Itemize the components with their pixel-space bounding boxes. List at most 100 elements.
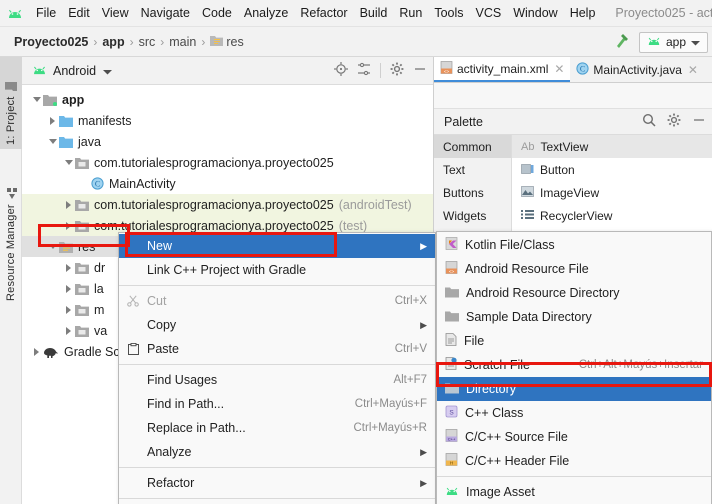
submenu-item-c-cpp-header-file[interactable]: H C/C++ Header File <box>437 449 711 473</box>
context-menu-item-paste[interactable]: Paste Ctrl+V <box>119 337 435 361</box>
chevron-right-icon[interactable] <box>62 284 75 293</box>
settings-gear-icon[interactable] <box>390 62 404 79</box>
collapse-all-icon[interactable] <box>357 62 371 79</box>
breadcrumb-item-project[interactable]: Proyecto025 <box>14 35 88 49</box>
submenu-item-cpp-class[interactable]: S C++ Class <box>437 401 711 425</box>
menu-item-window[interactable]: Window <box>507 4 563 22</box>
build-hammer-icon[interactable] <box>614 32 631 52</box>
menu-item-navigate[interactable]: Navigate <box>135 4 196 22</box>
kotlin-file-icon <box>445 237 458 253</box>
context-menu-item-find-in-path[interactable]: Find in Path... Ctrl+Mayús+F <box>119 392 435 416</box>
minimize-icon[interactable] <box>692 113 706 130</box>
submenu-item-directory[interactable]: Directory <box>437 377 711 401</box>
chevron-down-icon[interactable] <box>103 64 113 78</box>
menu-item-edit[interactable]: Edit <box>62 4 96 22</box>
run-configuration-label: app <box>665 35 686 49</box>
palette-category-widgets[interactable]: Widgets <box>434 204 511 227</box>
chevron-down-icon[interactable] <box>46 244 59 249</box>
tree-row-package-main[interactable]: com.tutorialesprogramacionya.proyecto025 <box>22 152 433 173</box>
tree-row-package-androidtest[interactable]: com.tutorialesprogramacionya.proyecto025… <box>22 194 433 215</box>
tree-row-java[interactable]: java <box>22 131 433 152</box>
submenu-item-c-cpp-source-file[interactable]: C++ C/C++ Source File <box>437 425 711 449</box>
palette-category-buttons[interactable]: Buttons <box>434 181 511 204</box>
chevron-right-icon[interactable] <box>30 347 43 356</box>
menu-item-tools[interactable]: Tools <box>428 4 469 22</box>
submenu-item-file[interactable]: File <box>437 329 711 353</box>
chevron-down-icon[interactable] <box>46 139 59 144</box>
project-view-selector-label[interactable]: Android <box>53 64 96 78</box>
target-locate-icon[interactable] <box>334 62 348 79</box>
tab-activity-main-xml[interactable]: <> activity_main.xml ✕ <box>434 57 571 82</box>
sidebar-item-project[interactable]: 1: Project <box>0 57 22 149</box>
chevron-right-icon[interactable] <box>62 305 75 314</box>
close-icon[interactable]: ✕ <box>688 63 698 77</box>
context-menu-item-label: Find in Path... <box>147 397 225 411</box>
palette-item-recyclerview[interactable]: RecyclerView <box>512 204 712 227</box>
minimize-icon[interactable] <box>413 62 427 79</box>
palette-item-textview[interactable]: Ab TextView <box>512 135 712 158</box>
chevron-down-icon[interactable] <box>62 160 75 165</box>
breadcrumb-bar: Proyecto025 › app › src › main › res <box>0 27 712 57</box>
chevron-right-icon[interactable] <box>62 200 75 209</box>
run-configuration-selector[interactable]: app <box>638 31 708 53</box>
chevron-right-icon[interactable] <box>62 326 75 335</box>
palette-item-button[interactable]: Button <box>512 158 712 181</box>
context-menu-item-label: Replace in Path... <box>147 421 246 435</box>
context-menu-item-find-usages[interactable]: Find Usages Alt+F7 <box>119 368 435 392</box>
module-folder-icon <box>43 94 57 106</box>
context-menu-item-new[interactable]: New ▶ <box>119 234 435 258</box>
breadcrumb-item-main[interactable]: main <box>169 35 196 49</box>
breadcrumb-item-app[interactable]: app <box>102 35 124 49</box>
submenu-item-kotlin-file-class[interactable]: Kotlin File/Class <box>437 233 711 257</box>
breadcrumb-item-res[interactable]: res <box>226 35 243 49</box>
divider <box>119 364 435 365</box>
breadcrumb-separator: › <box>93 34 98 49</box>
menu-item-refactor[interactable]: Refactor <box>294 4 353 22</box>
submenu-item-image-asset[interactable]: Image Asset <box>437 480 711 504</box>
submenu-item-android-resource-directory[interactable]: Android Resource Directory <box>437 281 711 305</box>
tree-row-manifests[interactable]: manifests <box>22 110 433 131</box>
sidebar-item-resource-manager[interactable]: Resource Manager <box>0 155 22 305</box>
menu-item-vcs[interactable]: VCS <box>470 4 508 22</box>
tab-mainactivity-java[interactable]: C MainActivity.java ✕ <box>570 57 704 82</box>
submenu-item-android-resource-file[interactable]: <> Android Resource File <box>437 257 711 281</box>
context-menu-item-label: New <box>147 239 173 253</box>
chevron-right-icon[interactable] <box>62 263 75 272</box>
breadcrumb-separator: › <box>129 34 134 49</box>
chevron-down-icon[interactable] <box>30 97 43 102</box>
chevron-right-icon[interactable] <box>62 221 75 230</box>
menu-item-build[interactable]: Build <box>354 4 394 22</box>
android-logo-icon <box>647 35 661 49</box>
menu-item-code[interactable]: Code <box>196 4 238 22</box>
menu-item-view[interactable]: View <box>96 4 135 22</box>
submenu-item-sample-data-directory[interactable]: Sample Data Directory <box>437 305 711 329</box>
context-menu-item-refactor[interactable]: Refactor ▶ <box>119 471 435 495</box>
palette-category-text[interactable]: Text <box>434 158 511 181</box>
breadcrumb-item-src[interactable]: src <box>139 35 156 49</box>
cpp-header-icon: H <box>445 453 458 469</box>
menu-item-analyze[interactable]: Analyze <box>238 4 294 22</box>
java-class-icon: C <box>91 177 104 190</box>
palette-category-common[interactable]: Common <box>434 135 511 158</box>
menu-item-run[interactable]: Run <box>393 4 428 22</box>
tree-label: va <box>94 323 108 338</box>
resource-manager-icon <box>5 188 17 200</box>
menu-item-file[interactable]: File <box>30 4 62 22</box>
palette-item-imageview[interactable]: ImageView <box>512 181 712 204</box>
context-menu-item-link-cpp-project[interactable]: Link C++ Project with Gradle <box>119 258 435 282</box>
tree-row-app[interactable]: app <box>22 89 433 110</box>
new-submenu: Kotlin File/Class <> Android Resource Fi… <box>436 231 712 504</box>
blue-folder-icon <box>59 115 73 127</box>
package-folder-icon <box>75 283 89 295</box>
res-folder-icon <box>210 35 224 49</box>
chevron-right-icon[interactable] <box>46 116 59 125</box>
search-icon[interactable] <box>642 113 656 130</box>
menu-item-help[interactable]: Help <box>564 4 602 22</box>
context-menu-item-analyze[interactable]: Analyze ▶ <box>119 440 435 464</box>
submenu-item-scratch-file[interactable]: Scratch File Ctrl+Alt+Mayús+Insertar <box>437 353 711 377</box>
tree-row-mainactivity[interactable]: C MainActivity <box>22 173 433 194</box>
settings-gear-icon[interactable] <box>667 113 681 130</box>
context-menu-item-replace-in-path[interactable]: Replace in Path... Ctrl+Mayús+R <box>119 416 435 440</box>
close-icon[interactable]: ✕ <box>554 62 564 76</box>
context-menu-item-copy[interactable]: Copy ▶ <box>119 313 435 337</box>
